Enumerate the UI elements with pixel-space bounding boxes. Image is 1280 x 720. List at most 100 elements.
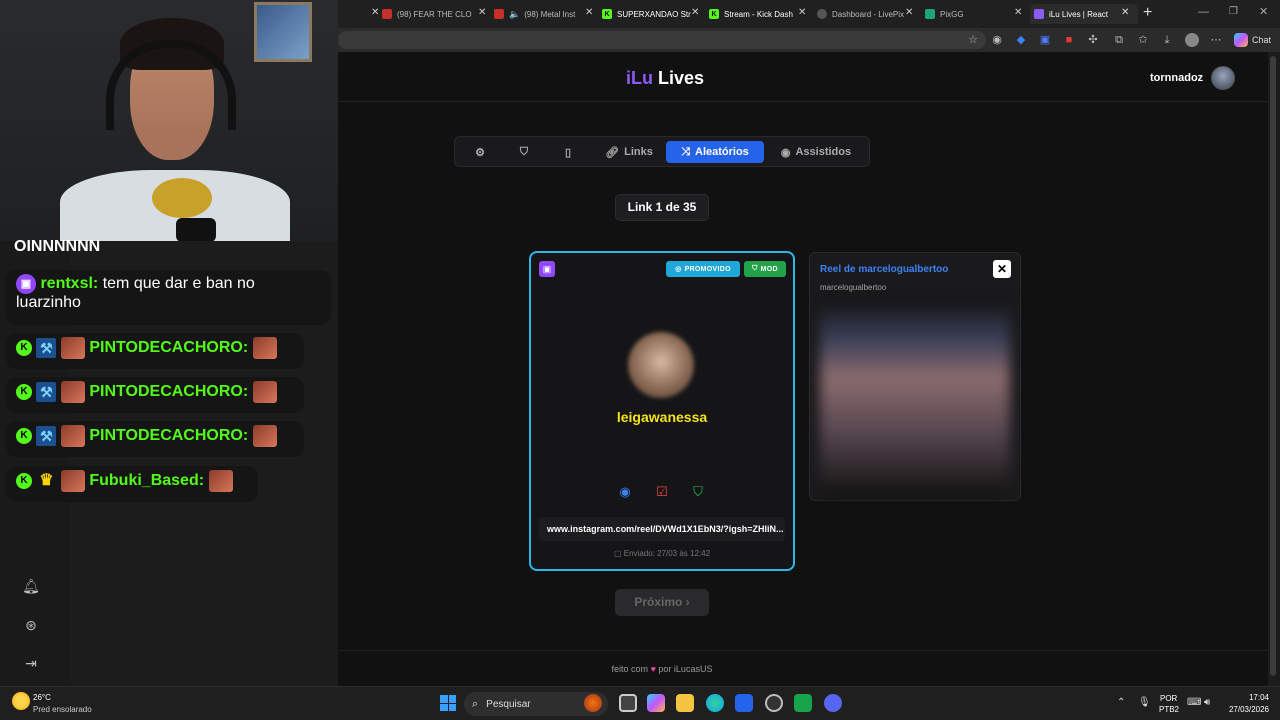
volume-icon[interactable]: 🔊︎: [1204, 697, 1210, 708]
reel-thumbnail[interactable]: [820, 298, 1010, 498]
close-tab-icon[interactable]: ✕: [371, 7, 379, 18]
app-icon[interactable]: [794, 694, 812, 712]
close-tab-icon[interactable]: ✕: [1014, 7, 1022, 18]
link-icon: 🔗︎: [605, 146, 620, 159]
browser-tab[interactable]: Dashboard - LivePix: [817, 4, 913, 24]
copilot-icon[interactable]: [647, 694, 665, 712]
chat-message: K ⚒ PINTODECACHORO:: [6, 333, 304, 369]
clock-date: 27/03/2026: [1228, 705, 1269, 714]
url-field[interactable]: [338, 31, 986, 49]
app-header: [338, 52, 1268, 102]
task-view-icon[interactable]: [619, 694, 637, 712]
shirt-logo: [152, 178, 212, 218]
shield-extension-icon[interactable]: ◆: [1014, 33, 1028, 47]
puzzle-icon[interactable]: ✣: [1086, 33, 1100, 47]
browser-tab[interactable]: K SUPERXANDAO Str: [602, 4, 698, 24]
maximize-icon[interactable]: ❐: [1229, 6, 1238, 17]
scrollbar-thumb[interactable]: [1270, 56, 1276, 676]
twitch-icon: ▣: [539, 261, 555, 277]
minimize-icon[interactable]: —: [1198, 6, 1209, 18]
emote-icon: [60, 425, 85, 447]
close-tab-icon[interactable]: ✕: [691, 7, 699, 18]
file-explorer-icon[interactable]: [676, 694, 694, 712]
gear-icon: ⚙: [475, 146, 485, 159]
tab-random[interactable]: ⤨ Aleatórios: [666, 141, 764, 163]
chat-message: K ⚒ PINTODECACHORO:: [6, 421, 304, 457]
emote-icon: [60, 381, 85, 403]
chat-message: K ⚒ PINTODECACHORO:: [6, 377, 304, 413]
close-tab-icon[interactable]: ✕: [478, 7, 486, 18]
tab-label: (98) FEAR THE CLO: [397, 9, 472, 19]
browser-tab[interactable]: K Stream - Kick Dash: [709, 4, 801, 24]
weather-sun-icon[interactable]: [12, 692, 30, 710]
user-menu[interactable]: tornnadoz: [1150, 66, 1236, 90]
obs-icon[interactable]: [765, 694, 783, 712]
profile-icon[interactable]: [1185, 33, 1199, 47]
microphone-icon[interactable]: 🎙︎: [1138, 697, 1151, 708]
watch-eye-icon[interactable]: ◉: [617, 484, 633, 500]
favorites-icon[interactable]: ✩: [1136, 33, 1150, 47]
close-tab-icon[interactable]: ✕: [905, 7, 913, 18]
kick-badge-icon: K: [16, 428, 32, 444]
reel-title[interactable]: Reel de marcelogualbertoo: [820, 264, 948, 275]
language-indicator[interactable]: POR: [1160, 694, 1177, 703]
emote-icon: [252, 425, 277, 447]
tab-label: iLu Lives | React: [1049, 9, 1108, 19]
download-icon[interactable]: ⤓: [1160, 33, 1174, 47]
tab-links[interactable]: 🔗︎ Links: [598, 141, 660, 163]
shield-icon: ⛉: [519, 145, 529, 158]
close-tab-icon[interactable]: ✕: [798, 7, 806, 18]
wall-poster: [254, 2, 312, 62]
chevron-up-icon[interactable]: ⌃: [1117, 697, 1125, 708]
store-icon[interactable]: [735, 694, 753, 712]
app-logo[interactable]: iLu Lives: [626, 68, 704, 89]
translate-icon[interactable]: ▣: [1038, 33, 1052, 47]
windows-start-icon[interactable]: [440, 695, 456, 711]
tab-moderation[interactable]: ⛉: [510, 141, 538, 163]
link-counter: Link 1 de 35: [615, 194, 709, 221]
next-button[interactable]: Próximo ›: [615, 589, 709, 616]
mark-checkbox-icon[interactable]: ☑: [654, 484, 670, 500]
shield-check-icon[interactable]: ⛉: [690, 484, 706, 500]
kick-badge-icon: K: [16, 473, 32, 489]
tab-settings[interactable]: ⚙: [466, 141, 494, 163]
close-preview-button[interactable]: ✕: [993, 260, 1011, 278]
youtube-icon: [382, 9, 392, 19]
more-menu-icon[interactable]: ⋯: [1209, 33, 1223, 47]
tab-watched[interactable]: ◉ Assistidos: [774, 141, 858, 163]
browser-tab[interactable]: 🔈 (98) Metal Inst: [494, 4, 594, 24]
footer-credit: feito com ♥ por iLucasUS: [611, 664, 713, 674]
copilot-chat-button[interactable]: Chat: [1234, 33, 1271, 47]
discord-icon[interactable]: [824, 694, 842, 712]
close-window-icon[interactable]: ✕: [1259, 5, 1268, 18]
kick-icon: K: [602, 9, 612, 19]
favorite-star-icon[interactable]: ☆: [966, 33, 980, 47]
link-url[interactable]: www.instagram.com/reel/DVWd1X1EbN3/?igsh…: [539, 517, 785, 541]
close-tab-icon[interactable]: ✕: [585, 7, 593, 18]
tab-label: SUPERXANDAO Str: [617, 9, 691, 19]
browser-tab[interactable]: (98) FEAR THE CLO: [382, 4, 490, 24]
sent-timestamp: ▢ Enviado: 27/03 às 12:42: [613, 549, 711, 558]
new-tab-button[interactable]: +: [1143, 4, 1152, 22]
widget-icon[interactable]: [584, 694, 602, 712]
help-lifebuoy-icon[interactable]: ⊛: [22, 616, 40, 634]
chat-username: rentxsl:: [40, 275, 99, 293]
notification-bell-icon[interactable]: 🔔︎: [22, 577, 40, 595]
clock-time[interactable]: 17:04: [1229, 693, 1269, 702]
pdf-extension-icon[interactable]: ■: [1062, 33, 1076, 47]
logout-icon[interactable]: ⇥: [22, 654, 40, 672]
crown-icon: ♛: [39, 472, 54, 489]
network-icon[interactable]: ⌨: [1187, 697, 1201, 708]
avatar: [1211, 66, 1236, 90]
browser-tab[interactable]: PixGG: [925, 4, 1015, 24]
chat-username: Fubuki_Based:: [89, 472, 205, 490]
extension-icon[interactable]: ◉: [990, 33, 1004, 47]
edge-icon[interactable]: [706, 694, 724, 712]
speaker-icon[interactable]: 🔈: [509, 9, 520, 20]
youtube-icon: [494, 9, 504, 19]
tab-saved[interactable]: ▯: [554, 141, 582, 163]
search-icon: ⌕: [472, 697, 479, 710]
close-tab-icon[interactable]: ✕: [1121, 7, 1129, 18]
weather-temp[interactable]: 26°C: [33, 693, 51, 702]
split-screen-icon[interactable]: ⧉: [1112, 33, 1126, 47]
